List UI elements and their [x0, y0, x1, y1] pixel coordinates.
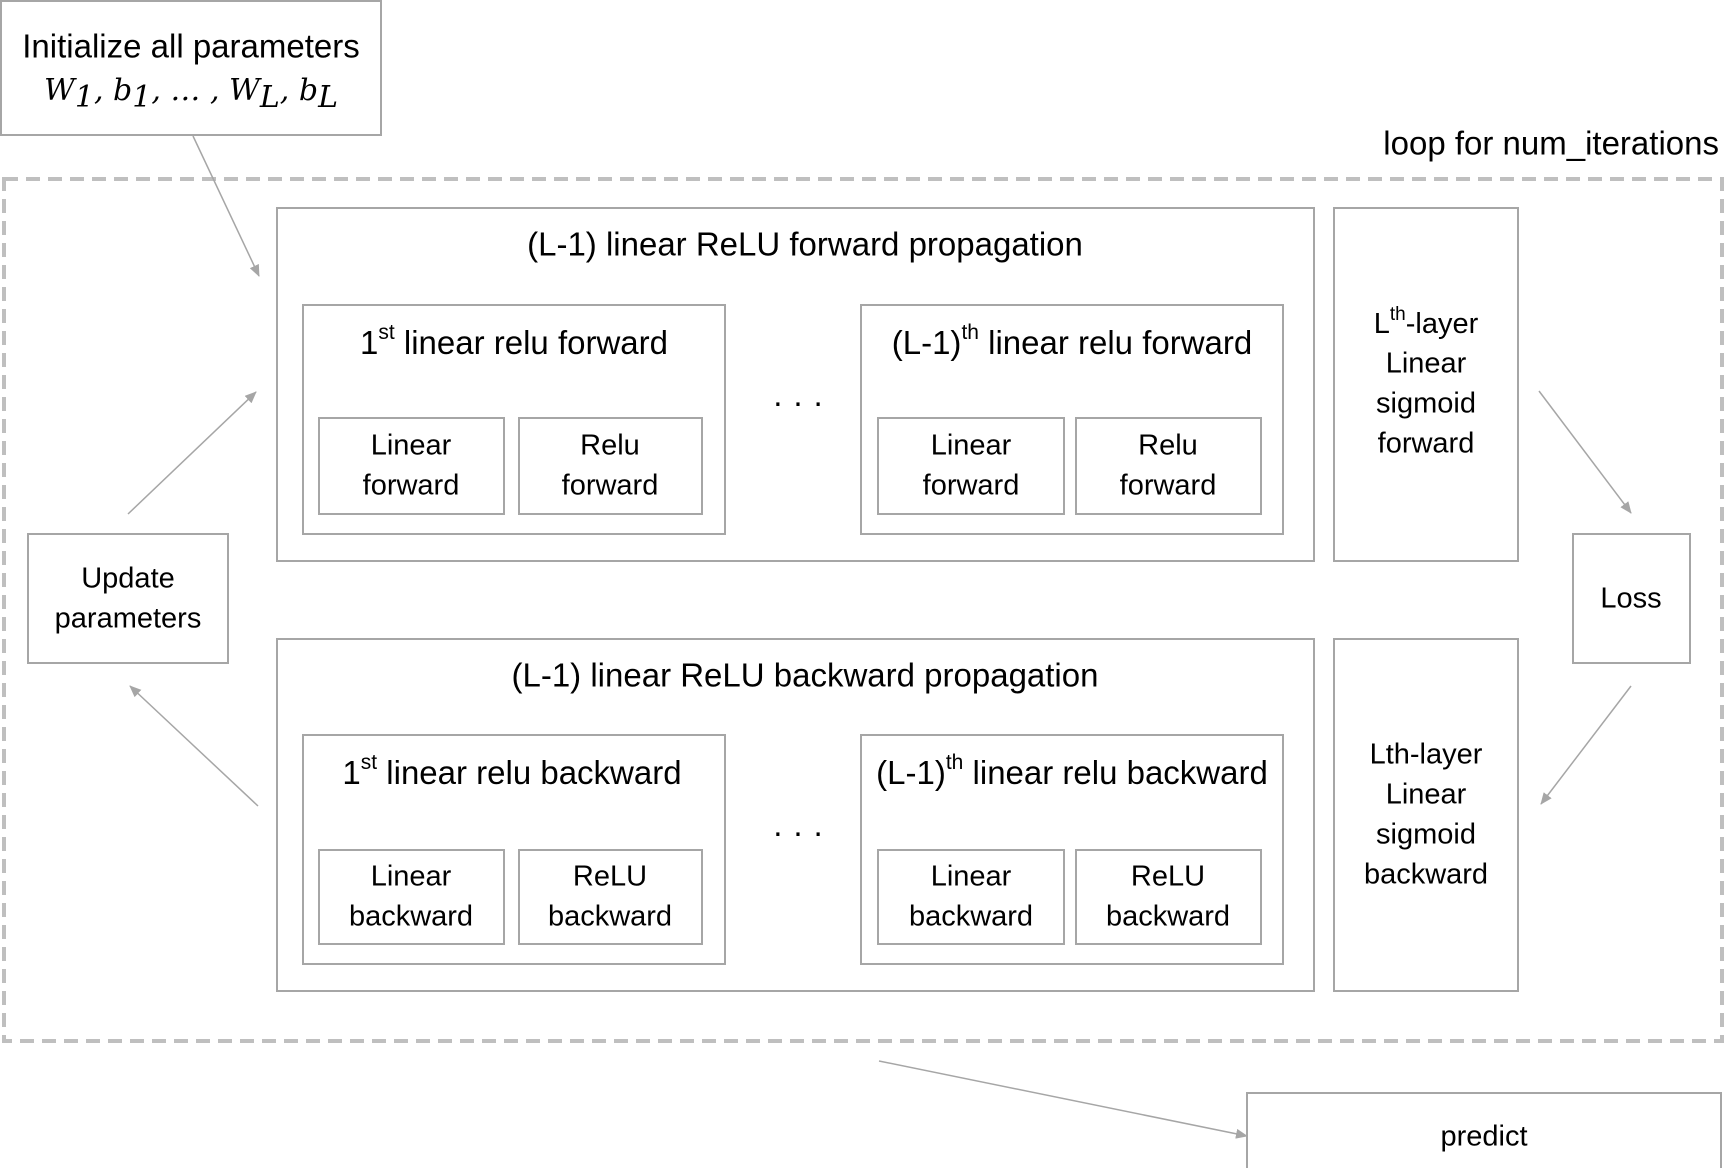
arrow-forward-to-loss	[1538, 390, 1632, 514]
box-text: sigmoid	[1376, 819, 1476, 851]
ellipsis: · · ·	[772, 814, 823, 851]
ellipsis: · · ·	[772, 384, 823, 421]
backward-propagation-group: (L-1) linear ReLU backward propagation 1…	[276, 638, 1315, 992]
forward-propagation-group: (L-1) linear ReLU forward propagation 1s…	[276, 207, 1315, 562]
init-label: Initialize all parameters	[22, 28, 359, 65]
box-text: Linear	[931, 861, 1012, 893]
loop-label: loop for num_iterations	[1383, 125, 1719, 162]
box-text: ReLU	[573, 861, 647, 893]
box-text: parameters	[55, 603, 202, 635]
arrow-init-to-forward	[192, 135, 260, 277]
last-forward-label: (L-1)th linear relu forward	[892, 321, 1252, 361]
box-text: forward	[1120, 470, 1217, 502]
box-text: Relu	[580, 430, 640, 462]
box-text: forward	[363, 470, 460, 502]
arrow-loss-to-backward	[1540, 685, 1632, 805]
box-text: backward	[909, 901, 1033, 933]
loss-box: Loss	[1572, 533, 1691, 664]
box-text: Linear	[371, 430, 452, 462]
box-text: forward	[1378, 428, 1475, 460]
box-text: forward	[923, 470, 1020, 502]
box-text: Relu	[1138, 430, 1198, 462]
lth-forward-label: Lth-layer	[1374, 304, 1479, 340]
predict-box: predict	[1246, 1092, 1722, 1168]
update-parameters-box: Update parameters	[27, 533, 229, 664]
backward-title: (L-1) linear ReLU backward propagation	[512, 657, 1099, 694]
box-text: forward	[562, 470, 659, 502]
box-text: Linear	[371, 861, 452, 893]
loss-label: Loss	[1600, 583, 1661, 615]
lth-layer-backward-box: Lth-layer Linear sigmoid backward	[1333, 638, 1519, 992]
first-forward-label: 1st linear relu forward	[360, 321, 668, 361]
box-text: Linear	[931, 430, 1012, 462]
arrow-backward-to-update	[129, 685, 259, 807]
box-text: backward	[1106, 901, 1230, 933]
first-backward-label: 1st linear relu backward	[342, 751, 681, 791]
box-text: Linear	[1386, 779, 1467, 811]
box-text: Lth-layer	[1370, 739, 1483, 771]
box-text: Update	[81, 563, 175, 595]
box-text: sigmoid	[1376, 388, 1476, 420]
diagram-canvas: Initialize all parameters W1, b1, … , WL…	[0, 0, 1724, 1168]
lth-layer-forward-box: Lth-layer Linear sigmoid forward	[1333, 207, 1519, 562]
forward-title: (L-1) linear ReLU forward propagation	[527, 226, 1083, 263]
box-text: backward	[1364, 859, 1488, 891]
box-text: backward	[349, 901, 473, 933]
box-text: backward	[548, 901, 672, 933]
box-text: Linear	[1386, 348, 1467, 380]
arrow-update-to-forward	[127, 391, 257, 515]
last-backward-label: (L-1)th linear relu backward	[876, 751, 1268, 791]
arrow-loop-to-predict	[878, 1060, 1248, 1139]
box-text: ReLU	[1131, 861, 1205, 893]
predict-label: predict	[1440, 1121, 1527, 1153]
initialize-parameters-box: Initialize all parameters W1, b1, … , WL…	[0, 0, 382, 136]
